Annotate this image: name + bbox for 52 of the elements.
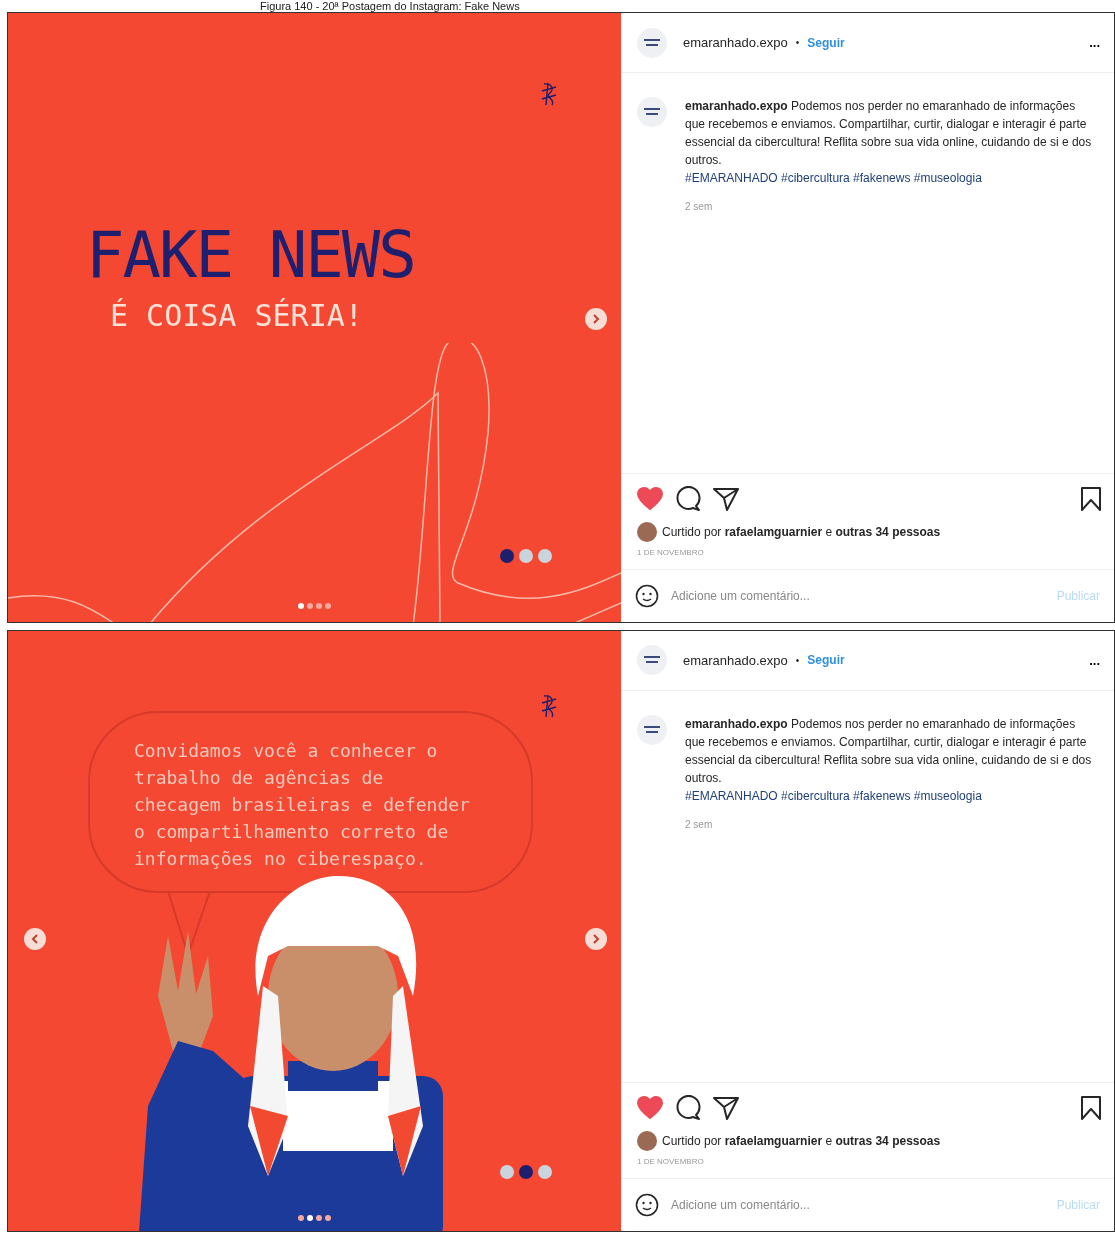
- comment-field[interactable]: Adicione um comentário...: [669, 1197, 1041, 1213]
- carousel-dot[interactable]: [325, 603, 331, 609]
- avatar: [637, 97, 667, 127]
- carousel-dot[interactable]: [298, 603, 304, 609]
- figure-caption: Figura 140 - 20ª Postagem do Instagram: Fake News: [260, 0, 520, 12]
- slide-subtitle: É COISA SÉRIA!: [110, 298, 363, 333]
- send-icon[interactable]: [713, 1096, 739, 1120]
- hashtags[interactable]: #EMARANHADO #cibercultura #fakenews #museologia: [685, 169, 1095, 187]
- more-button[interactable]: ...: [1085, 652, 1104, 668]
- carousel-dot[interactable]: [325, 1214, 331, 1221]
- username[interactable]: emaranhado.expo: [683, 35, 788, 50]
- more-button[interactable]: ...: [1085, 35, 1104, 50]
- carousel-dot[interactable]: [307, 1214, 313, 1221]
- carousel-dot[interactable]: [316, 1214, 322, 1221]
- liker-avatar: [637, 1131, 657, 1151]
- speech-text: Convidamos você a conhecer o trabalho de agências de checagem brasileiras e defender o compartilhamento correto de informações no ciberespaço.: [134, 738, 471, 871]
- slide-title: FAKE NEWS: [86, 218, 415, 292]
- bookmark-icon[interactable]: [1080, 1095, 1102, 1121]
- avatar: [637, 645, 667, 676]
- liker-avatar: [637, 521, 657, 542]
- username[interactable]: emaranhado.expo: [683, 652, 788, 668]
- hashtags[interactable]: #EMARANHADO #cibercultura #fakenews #museologia: [685, 786, 1095, 805]
- chevron-icon: [591, 933, 601, 944]
- separator: •: [795, 37, 800, 48]
- likes-text: Curtido por rafaelamguarnier e outras 34 pessoas: [662, 524, 941, 539]
- previous-button[interactable]: [24, 927, 46, 950]
- next-button[interactable]: [585, 927, 607, 950]
- comment-icon[interactable]: [675, 1095, 701, 1121]
- chevron-icon: [30, 933, 40, 944]
- comment-icon[interactable]: [675, 485, 701, 512]
- likes-text: Curtido por rafaelamguarnier e outras 34 pessoas: [662, 1134, 941, 1148]
- carousel-dot[interactable]: [298, 1214, 304, 1221]
- heart-icon[interactable]: [637, 1096, 663, 1120]
- emoji-icon[interactable]: [635, 1193, 659, 1217]
- send-icon[interactable]: [713, 486, 739, 511]
- post-age: 2 sem: [685, 818, 714, 830]
- heart-icon[interactable]: [637, 486, 663, 511]
- chevron-icon: [591, 314, 601, 324]
- post-caption: emaranhado.expo Podemos nos perder no emaranhado de informações que recebemos e enviamos. Compartilhar, curtir, dialogar e interagir é parte essencial da cibercultura! Reflita sobre sua vida online, cuidando de si e dos outros.: [685, 98, 1093, 169]
- carousel-dot[interactable]: [307, 603, 313, 609]
- post-date: 1 DE NOVEMBRO: [637, 547, 705, 557]
- bookmark-icon[interactable]: [1080, 485, 1102, 512]
- post-date: 1 DE NOVEMBRO: [637, 1157, 705, 1166]
- separator: •: [795, 654, 800, 666]
- avatar: [637, 27, 667, 58]
- emoji-icon[interactable]: [635, 583, 659, 608]
- next-button[interactable]: [585, 308, 607, 330]
- carousel-dot[interactable]: [316, 603, 322, 609]
- post-caption: emaranhado.expo Podemos nos perder no emaranhado de informações que recebemos e enviamos. Compartilhar, curtir, dialogar e interagir é parte essencial da cibercultura! Reflita sobre sua vida online, cuidando de si e dos outros.: [685, 715, 1093, 787]
- post-age: 2 sem: [685, 201, 714, 212]
- avatar: [637, 714, 667, 745]
- comment-field[interactable]: Adicione um comentário...: [669, 587, 1041, 604]
